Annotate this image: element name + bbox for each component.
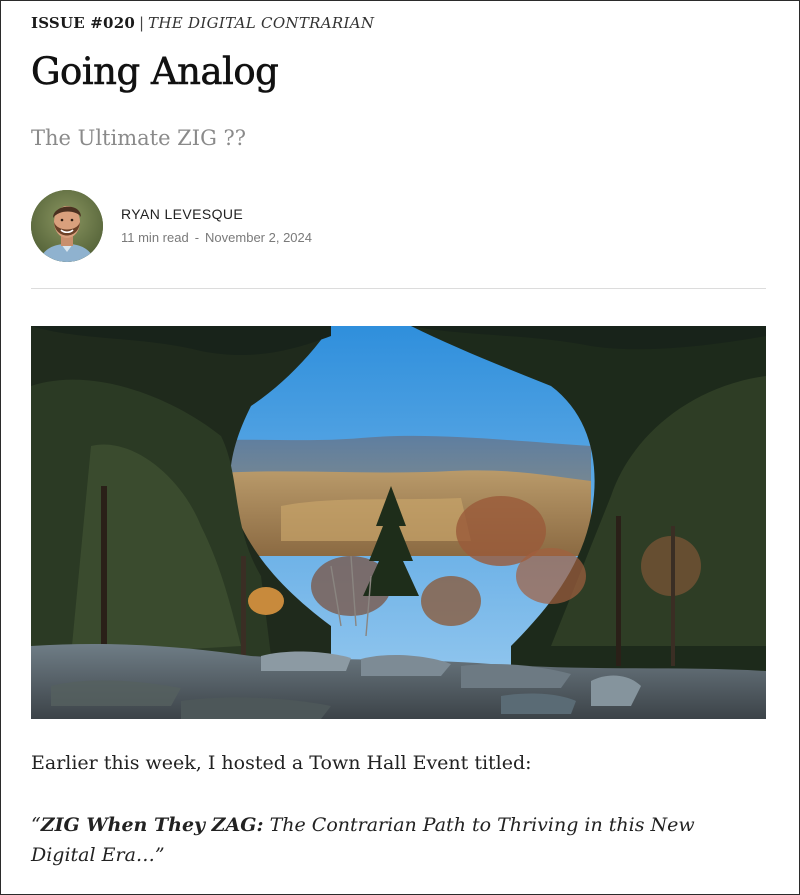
publication-name[interactable]: THE DIGITAL CONTRARIAN: [148, 14, 374, 32]
article-quote: “ZIG When They ZAG: The Contrarian Path …: [31, 810, 751, 870]
forest-landscape-image: [31, 326, 766, 719]
author-name[interactable]: RYAN LEVESQUE: [121, 206, 243, 222]
hero-image: [31, 326, 766, 719]
publish-date: November 2, 2024: [205, 230, 312, 245]
issue-number: ISSUE #020: [31, 14, 135, 32]
page-subtitle: The Ultimate ZIG ??: [31, 126, 247, 150]
article-intro-text: Earlier this week, I hosted a Town Hall …: [31, 752, 532, 774]
page-title: Going Analog: [31, 50, 279, 94]
issue-header: ISSUE #020 | THE DIGITAL CONTRARIAN: [31, 14, 374, 32]
issue-separator: |: [138, 14, 145, 32]
author-avatar[interactable]: [31, 190, 103, 262]
article-meta: 11 min read - November 2, 2024: [121, 230, 312, 245]
read-time: 11 min read: [121, 230, 189, 245]
quote-bold: ZIG When They ZAG:: [40, 814, 264, 836]
meta-separator: -: [194, 230, 200, 245]
quote-open-mark: “: [31, 814, 41, 836]
avatar-image: [31, 190, 103, 262]
divider: [31, 288, 766, 289]
